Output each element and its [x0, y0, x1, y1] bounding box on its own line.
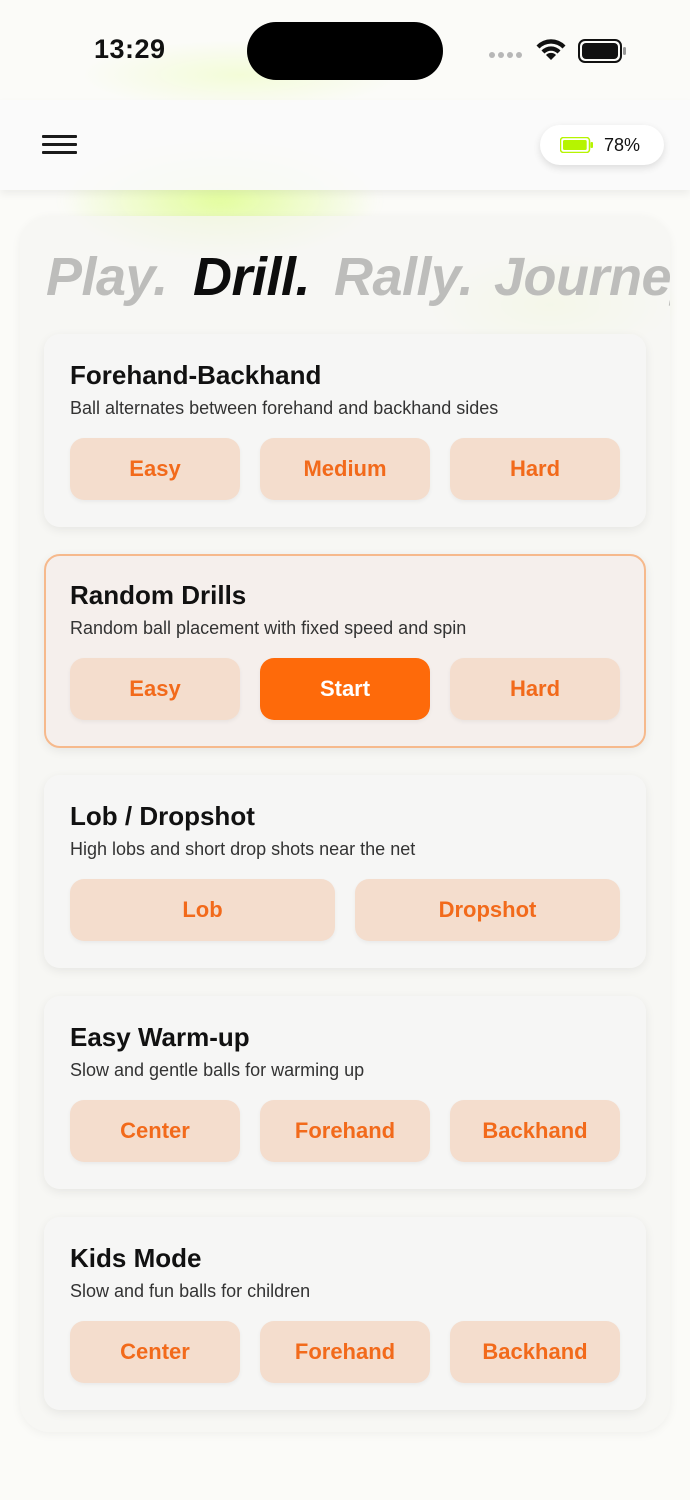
drill-card-forehand-backhand: Forehand-Backhand Ball alternates betwee… [44, 334, 646, 527]
card-title: Forehand-Backhand [70, 360, 322, 390]
backhand-button[interactable]: Backhand [450, 1100, 620, 1162]
backhand-button[interactable]: Backhand [450, 1321, 620, 1383]
status-time: 13:29 [94, 34, 166, 64]
center-button[interactable]: Center [70, 1321, 240, 1383]
drill-card-random-drills: Random Drills Random ball placement with… [44, 554, 646, 748]
drill-panel: Play. Drill. Rally. Journey Forehand-Bac… [20, 216, 670, 1432]
battery-icon [578, 39, 626, 63]
mode-tabs: Play. Drill. Rally. Journey [46, 246, 670, 316]
app-header: 78% [0, 100, 690, 190]
wifi-icon [536, 39, 566, 60]
tab-play[interactable]: Play. [46, 246, 168, 308]
lob-button[interactable]: Lob [70, 879, 335, 941]
device-battery-badge[interactable]: 78% [540, 125, 664, 165]
battery-percent: 78% [604, 135, 641, 155]
tab-rally[interactable]: Rally. [334, 246, 474, 308]
center-button[interactable]: Center [70, 1100, 240, 1162]
drill-card-easy-warm-up: Easy Warm-up Slow and gentle balls for w… [44, 996, 646, 1189]
cellular-signal-icon [489, 52, 525, 60]
forehand-button[interactable]: Forehand [260, 1100, 430, 1162]
hard-button[interactable]: Hard [450, 658, 620, 720]
easy-button[interactable]: Easy [70, 438, 240, 500]
dropshot-button[interactable]: Dropshot [355, 879, 620, 941]
drill-card-lob-dropshot: Lob / Dropshot High lobs and short drop … [44, 775, 646, 968]
dynamic-island [247, 22, 443, 80]
medium-button[interactable]: Medium [260, 438, 430, 500]
card-title: Easy Warm-up [70, 1022, 250, 1052]
menu-icon[interactable] [42, 135, 77, 155]
forehand-button[interactable]: Forehand [260, 1321, 430, 1383]
hard-button[interactable]: Hard [450, 438, 620, 500]
card-description: Slow and fun balls for children [70, 1281, 311, 1301]
tab-drill[interactable]: Drill. [193, 246, 311, 308]
drill-card-kids-mode: Kids Mode Slow and fun balls for childre… [44, 1217, 646, 1410]
start-button[interactable]: Start [260, 658, 430, 720]
easy-button[interactable]: Easy [70, 658, 240, 720]
card-description: Slow and gentle balls for warming up [70, 1060, 365, 1080]
card-description: Random ball placement with fixed speed a… [70, 618, 467, 638]
card-description: High lobs and short drop shots near the … [70, 839, 416, 859]
battery-level-icon [560, 137, 593, 153]
card-title: Random Drills [70, 580, 247, 610]
card-title: Kids Mode [70, 1243, 202, 1273]
card-title: Lob / Dropshot [70, 801, 255, 831]
tab-journey[interactable]: Journey [494, 246, 670, 308]
card-description: Ball alternates between forehand and bac… [70, 398, 499, 418]
status-bar: 13:29 [0, 0, 690, 100]
